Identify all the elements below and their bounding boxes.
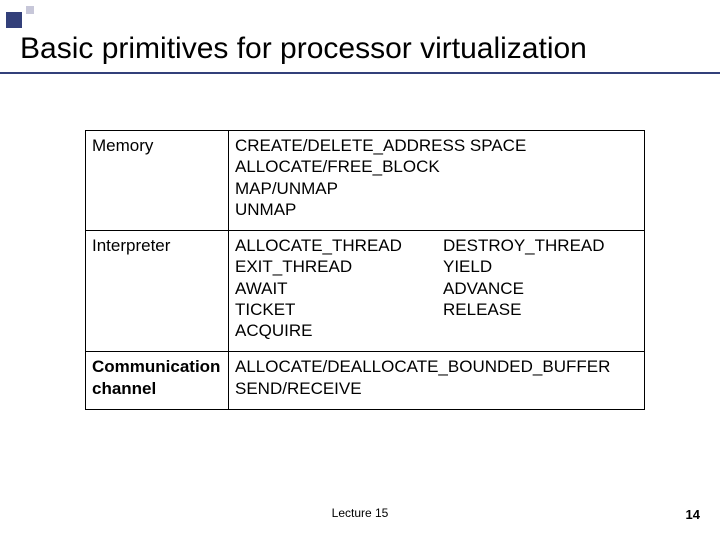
primitive-line: MAP/UNMAP [235, 178, 638, 199]
primitive-line: EXIT_THREAD [235, 256, 443, 277]
row-content-communication: ALLOCATE/DEALLOCATE_BOUNDED_BUFFER SEND/… [229, 352, 645, 410]
primitive-line: ADVANCE [443, 278, 638, 299]
primitive-line: UNMAP [235, 199, 638, 220]
primitives-table: Memory CREATE/DELETE_ADDRESS SPACE ALLOC… [85, 130, 645, 410]
primitive-line: ACQUIRE [235, 320, 443, 341]
primitive-line: TICKET [235, 299, 443, 320]
table-row: Communication channel ALLOCATE/DEALLOCAT… [86, 352, 645, 410]
primitive-line: YIELD [443, 256, 638, 277]
square-icon [6, 12, 22, 28]
primitive-line: DESTROY_THREAD [443, 235, 638, 256]
primitive-line: SEND/RECEIVE [235, 378, 638, 399]
primitive-line: CREATE/DELETE_ADDRESS SPACE [235, 135, 638, 156]
primitive-line: ALLOCATE_THREAD [235, 235, 443, 256]
table-row: Interpreter ALLOCATE_THREAD EXIT_THREAD … [86, 231, 645, 352]
square-small-icon [26, 6, 34, 14]
slide-title: Basic primitives for processor virtualiz… [20, 32, 587, 66]
primitive-line: RELEASE [443, 299, 638, 320]
footer-lecture: Lecture 15 [0, 506, 720, 520]
title-underline [0, 72, 720, 74]
primitive-line: AWAIT [235, 278, 443, 299]
row-label-memory: Memory [86, 131, 229, 231]
label-line: Communication [92, 357, 220, 376]
primitive-line: ALLOCATE/DEALLOCATE_BOUNDED_BUFFER [235, 356, 638, 377]
page-number: 14 [686, 507, 700, 522]
row-label-communication: Communication channel [86, 352, 229, 410]
label-line: channel [92, 379, 156, 398]
row-content-memory: CREATE/DELETE_ADDRESS SPACE ALLOCATE/FRE… [229, 131, 645, 231]
row-label-interpreter: Interpreter [86, 231, 229, 352]
table-row: Memory CREATE/DELETE_ADDRESS SPACE ALLOC… [86, 131, 645, 231]
primitive-line: ALLOCATE/FREE_BLOCK [235, 156, 638, 177]
row-content-interpreter: ALLOCATE_THREAD EXIT_THREAD AWAIT TICKET… [229, 231, 645, 352]
